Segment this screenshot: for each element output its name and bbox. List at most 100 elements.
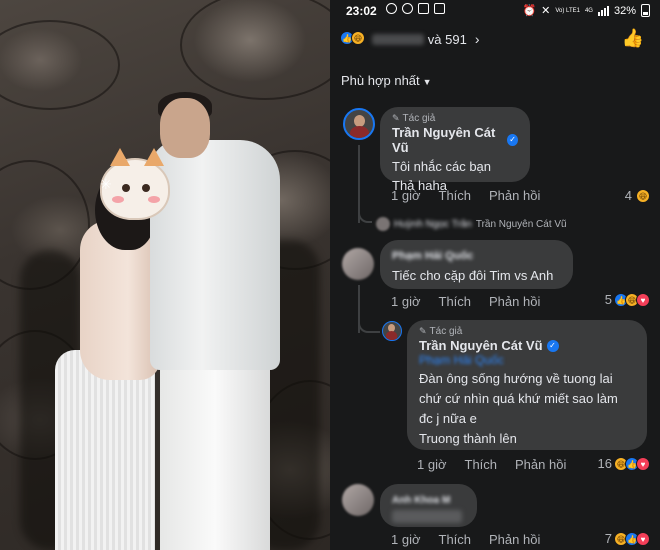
blurred-name: Anh Khoa M: [392, 495, 451, 506]
comment-actions: 1 giờ Thích Phản hồi: [391, 188, 540, 203]
mention-link[interactable]: Phạm Hải Quốc: [419, 353, 635, 367]
reaction-icons: 😆 👍 ♥: [614, 456, 650, 471]
pencil-icon: ✎: [392, 113, 400, 123]
comment-bubble[interactable]: ✎ Tác giả Trần Nguyên Cát Vũ ✓ Phạm Hải Qu…: [407, 320, 647, 450]
author-tag-label: Tác giả: [402, 113, 436, 124]
comment-author[interactable]: Trần Nguyên Cát Vũ ✓: [419, 338, 635, 353]
comment-time: 1 giờ: [391, 188, 421, 203]
avatar[interactable]: [342, 484, 374, 516]
reply-action[interactable]: Phản hồi: [515, 457, 566, 472]
battery-percent: 32%: [613, 4, 636, 17]
avatar: [376, 217, 390, 231]
comment-bubble[interactable]: ✎ Tác giả Trần Nguyên Cát Vũ ✓ Tôi nhắc cá…: [380, 107, 530, 193]
comment-actions: 1 giờ Thích Phản hồi: [391, 532, 540, 547]
blurred-comment: xxx: [392, 510, 462, 524]
rock-crack: [180, 0, 330, 100]
woman-skirt: [55, 350, 155, 550]
reply-action[interactable]: Phản hồi: [489, 532, 540, 547]
verified-icon: ✓: [507, 134, 518, 146]
reaction-number: 4: [624, 188, 632, 203]
pencil-icon: ✎: [419, 326, 427, 336]
chevron-right-icon: ›: [474, 31, 480, 47]
author-tag: ✎ Tác giả: [392, 113, 518, 124]
reply-preview-name: Trần Nguyên Cát Vũ: [475, 218, 567, 230]
cat-ear: [144, 148, 164, 166]
comment-actions: 1 giờ Thích Phản hồi: [417, 457, 566, 472]
blurred-name: Phạm Hải Quốc: [392, 250, 474, 262]
reaction-icons: 👍 😆: [340, 31, 365, 45]
author-tag-label: Tác giả: [429, 326, 463, 337]
cat-blush: [112, 196, 124, 203]
reaction-count[interactable]: 7 😆 👍 ♥: [605, 531, 650, 546]
facebook-comments-screen: 23:02 ⏰ ✕ Vo) LTE1 4G 32% 👍 😆 xxxxx xxxx…: [330, 0, 660, 550]
man-shirt: [150, 140, 280, 370]
network-type: 4G: [584, 7, 593, 14]
avatar[interactable]: [382, 321, 402, 341]
comment-line: Tiếc cho cặp đôi Tim vs Anh: [392, 268, 554, 283]
comment-time: 1 giờ: [391, 532, 421, 547]
rock-crack: [0, 20, 120, 110]
messenger-icon: [386, 3, 397, 14]
chevron-down-icon: ▼: [422, 77, 432, 87]
comment-actions: 1 giờ Thích Phản hồi: [391, 294, 540, 309]
cat-eye: [142, 184, 150, 192]
status-right: ⏰ ✕ Vo) LTE1 4G 32%: [522, 4, 650, 17]
cat-ear: [110, 148, 130, 166]
reaction-number: 5: [604, 292, 612, 307]
status-bar: 23:02 ⏰ ✕ Vo) LTE1 4G 32%: [330, 0, 660, 22]
haha-icon: 😆: [351, 31, 365, 45]
reaction-count[interactable]: 4 😆: [625, 188, 650, 203]
care-icon: ♥: [636, 456, 650, 471]
avatar[interactable]: [343, 108, 375, 140]
author-name: Trần Nguyên Cát Vũ: [392, 125, 496, 155]
comment-line: Truong thành lên: [419, 431, 517, 446]
blurred-name: Huỳnh Ngọc Trân: [394, 218, 472, 230]
reactions-text: xxxxx xxxx và 591 ›: [372, 31, 480, 47]
like-action[interactable]: Thích: [439, 532, 472, 547]
reply-action[interactable]: Phản hồi: [489, 294, 540, 309]
cat-blush: [148, 196, 160, 203]
lock-icon: [434, 3, 445, 14]
status-time: 23:02: [346, 4, 377, 18]
blurred-name: xxxxx xxxx: [372, 33, 424, 45]
sort-label: Phù hợp nhất: [341, 73, 420, 88]
alarm-icon: ⏰: [522, 5, 537, 17]
reaction-count[interactable]: 16 😆 👍 ♥: [598, 456, 650, 471]
comment-time: 1 giờ: [417, 457, 447, 472]
comment-time: 1 giờ: [391, 294, 421, 309]
comment-bubble[interactable]: Phạm Hải Quốc Tiếc cho cặp đôi Tim vs An…: [380, 240, 573, 289]
cat-eye: [122, 184, 130, 192]
like-action[interactable]: Thích: [465, 457, 498, 472]
like-button-icon[interactable]: 👍: [622, 28, 644, 49]
anger-mark-icon: ✳: [100, 176, 112, 192]
like-action[interactable]: Thích: [439, 294, 472, 309]
signal-icon: [597, 5, 609, 16]
notification-icons: [386, 3, 445, 14]
reactions-summary[interactable]: 👍 😆 xxxxx xxxx và 591 › 👍: [330, 26, 660, 52]
messenger-icon: [402, 3, 413, 14]
avatar[interactable]: [342, 248, 374, 280]
reaction-number: 7: [604, 531, 612, 546]
reaction-icons: 👍 😆 ♥: [614, 292, 650, 307]
reply-action[interactable]: Phản hồi: [489, 188, 540, 203]
like-action[interactable]: Thích: [439, 188, 472, 203]
battery-icon: [641, 4, 650, 17]
instagram-icon: [418, 3, 429, 14]
man-pants: [160, 360, 270, 550]
mute-icon: ✕: [541, 5, 551, 17]
others-count: và 591: [427, 31, 467, 47]
reply-preview[interactable]: Huỳnh Ngọc Trân Trần Nguyên Cát Vũ: [376, 217, 567, 231]
comment-bubble[interactable]: Anh Khoa M xxx: [380, 484, 477, 527]
author-name: Trần Nguyên Cát Vũ: [419, 338, 543, 353]
post-photo: ✳: [0, 0, 330, 550]
thread-connector: [358, 318, 380, 333]
reaction-icons: 😆 👍 ♥: [614, 531, 650, 546]
care-icon: ♥: [636, 292, 650, 307]
reaction-number: 16: [597, 456, 612, 471]
sort-dropdown[interactable]: Phù hợp nhất ▼: [341, 73, 432, 88]
network-label: Vo) LTE1: [555, 7, 580, 14]
author-tag: ✎ Tác giả: [419, 326, 635, 337]
comment-author[interactable]: Trần Nguyên Cát Vũ ✓: [392, 125, 518, 155]
thread-connector: [358, 205, 372, 223]
reaction-count[interactable]: 5 👍 😆 ♥: [605, 292, 650, 307]
